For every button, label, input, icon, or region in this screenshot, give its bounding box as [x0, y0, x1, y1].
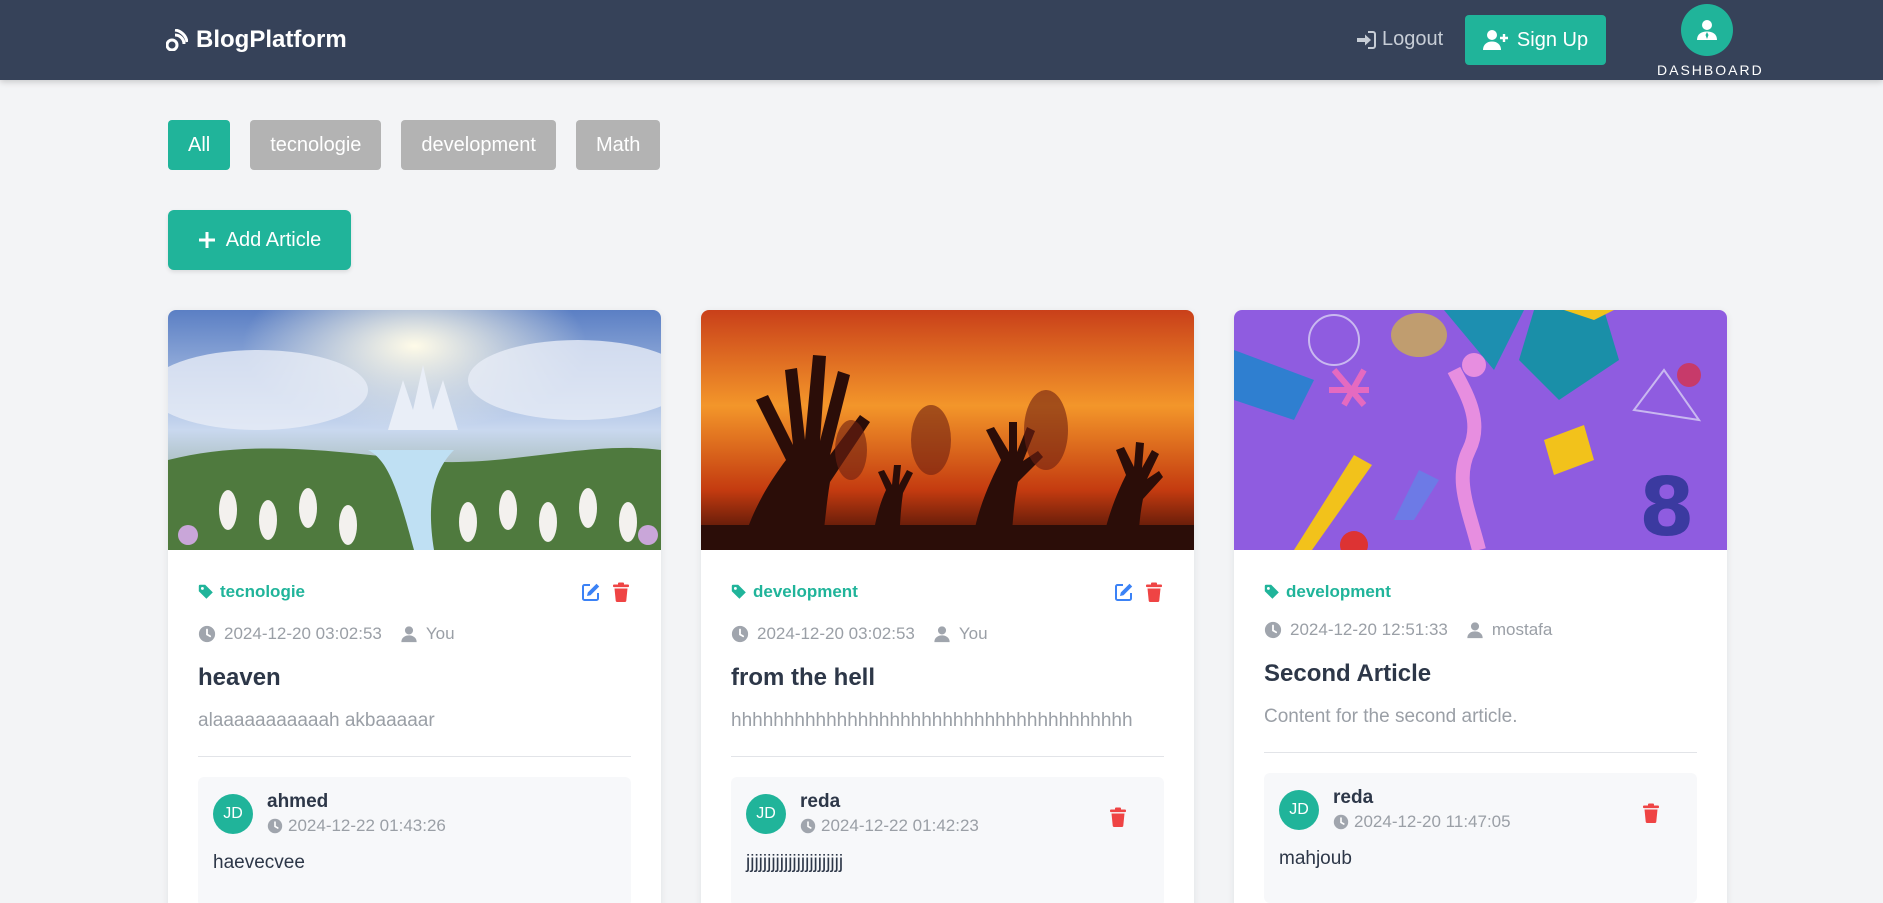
filter-all[interactable]: All: [168, 120, 231, 170]
clock-icon: [1333, 814, 1349, 830]
dashboard-avatar: [1681, 4, 1733, 56]
article-content: alaaaaaaaaaaah akbaaaaar: [198, 710, 435, 731]
sign-up-label: Sign Up: [1516, 28, 1589, 51]
avatar: JD: [746, 793, 786, 834]
add-article-button[interactable]: Add Article: [168, 210, 351, 270]
comment: JD reda 2024-12-20 11:47:05 mahjoub: [1264, 773, 1697, 903]
sign-out-icon: [1357, 30, 1376, 49]
article-title[interactable]: from the hell: [731, 664, 1164, 692]
filter-tecnologie[interactable]: tecnologie: [250, 120, 382, 170]
article-tag-label: tecnologie: [220, 582, 306, 601]
article-date: 2024-12-20 03:02:53: [224, 624, 382, 643]
article-card: tecnologie 2024-12-20 03:02:53 You heave…: [168, 310, 661, 903]
comment-author: reda: [1333, 787, 1374, 808]
article-image-math: 8: [1234, 310, 1727, 550]
article-tag: development: [731, 582, 858, 602]
article-image-heaven: [168, 310, 661, 550]
trash-icon[interactable]: [1144, 582, 1164, 602]
category-filters: All tecnologie development Math: [168, 120, 661, 170]
card-divider: [1264, 752, 1697, 753]
comment: JD ahmed 2024-12-22 01:43:26 haevecvee: [198, 777, 631, 903]
brand-name: BlogPlatform: [196, 26, 347, 53]
dashboard-link[interactable]: DASHBOARD: [1657, 4, 1764, 78]
article-content: hhhhhhhhhhhhhhhhhhhhhhhhhhhhhhhhhhhhhh: [731, 710, 1133, 731]
svg-text:8: 8: [1639, 461, 1695, 550]
edit-icon[interactable]: [1114, 582, 1134, 602]
article-author: You: [425, 624, 455, 643]
avatar: JD: [1279, 789, 1319, 830]
blog-logo-icon: [166, 29, 188, 51]
card-divider: [731, 756, 1164, 757]
comment-author: ahmed: [267, 791, 329, 812]
top-navbar: BlogPlatform Logout Sign Up DASHBOARD: [0, 0, 1883, 80]
user-icon: [400, 625, 418, 643]
comment-time: 2024-12-20 11:47:05: [1354, 812, 1511, 831]
article-author: You: [958, 624, 988, 643]
filter-math[interactable]: Math: [575, 120, 661, 170]
article-tag: development: [1264, 582, 1391, 602]
comment: JD reda 2024-12-22 01:42:23 jjjjjjjjjjjj…: [731, 777, 1164, 903]
delete-comment-icon[interactable]: [1108, 807, 1128, 827]
clock-icon: [198, 625, 216, 643]
avatar: JD: [213, 793, 253, 834]
user-icon: [1466, 621, 1484, 639]
article-title[interactable]: Second Article: [1264, 660, 1697, 688]
comment-author: reda: [800, 791, 841, 812]
clock-icon: [800, 818, 816, 834]
article-card: development 2024-12-20 03:02:53 You from…: [701, 310, 1194, 903]
user-tie-icon: [1697, 20, 1717, 40]
comment-time: 2024-12-22 01:43:26: [288, 816, 446, 835]
trash-icon[interactable]: [611, 582, 631, 602]
logout-link[interactable]: Logout: [1356, 28, 1443, 51]
tag-icon: [731, 584, 747, 600]
brand-logo[interactable]: BlogPlatform: [166, 26, 347, 54]
tag-icon: [1264, 584, 1280, 600]
article-card: 8 development 2024-12-20 12:51:33 mostaf…: [1234, 310, 1727, 903]
comment-time: 2024-12-22 01:42:23: [821, 816, 979, 835]
user-icon: [933, 625, 951, 643]
plus-icon: [198, 232, 215, 248]
article-image-hell: [701, 310, 1194, 550]
article-title[interactable]: heaven: [198, 664, 631, 692]
article-date: 2024-12-20 03:02:53: [757, 624, 915, 643]
comment-text: haevecvee: [213, 852, 305, 873]
article-content: Content for the second article.: [1264, 706, 1518, 727]
edit-icon[interactable]: [581, 582, 601, 602]
delete-comment-icon[interactable]: [1641, 803, 1661, 823]
comment-text: jjjjjjjjjjjjjjjjjjjjjjj: [746, 852, 844, 873]
dashboard-label: DASHBOARD: [1657, 62, 1764, 78]
card-divider: [198, 756, 631, 757]
clock-icon: [267, 818, 283, 834]
sign-up-button[interactable]: Sign Up: [1465, 15, 1606, 65]
article-tag-label: development: [1286, 582, 1391, 601]
article-date: 2024-12-20 12:51:33: [1290, 620, 1448, 639]
filter-development[interactable]: development: [401, 120, 556, 170]
comment-text: mahjoub: [1279, 848, 1352, 869]
article-tag-label: development: [753, 582, 858, 601]
logout-label: Logout: [1382, 28, 1444, 50]
clock-icon: [1264, 621, 1282, 639]
article-tag: tecnologie: [198, 582, 305, 602]
add-article-label: Add Article: [225, 228, 322, 251]
article-author: mostafa: [1491, 620, 1553, 639]
tag-icon: [198, 584, 214, 600]
user-plus-icon: [1482, 30, 1508, 50]
clock-icon: [731, 625, 749, 643]
